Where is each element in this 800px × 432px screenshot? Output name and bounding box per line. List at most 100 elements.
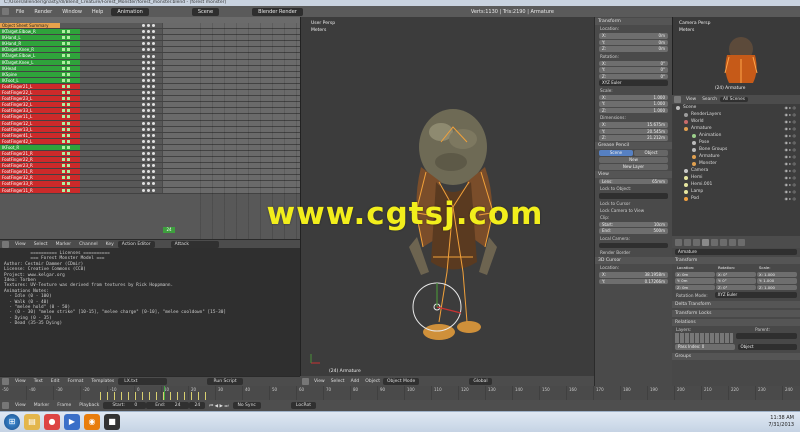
visibility-icon[interactable]: ◉ ▸ ◎ [784,195,800,202]
menu-view[interactable]: View [683,97,699,102]
channel-toggle-icon[interactable] [62,109,65,113]
visibility-icon[interactable]: ◉ ▸ ◎ [784,174,800,181]
visibility-icon[interactable]: ◉ ▸ ◎ [784,160,800,167]
loc-z-field[interactable]: Z: 0m [675,284,715,290]
visibility-icon[interactable]: ◉ ▸ ◎ [784,125,800,132]
scale-x-field[interactable]: X: 1.000 [757,271,797,277]
start-button-icon[interactable]: ⊞ [4,414,20,430]
gp-new-layer-button[interactable]: New Layer [599,163,668,170]
data-tab-icon[interactable] [729,238,736,246]
outliner-item[interactable]: Armature ◉ ▸ ◎ [672,153,800,160]
parent-field[interactable] [736,333,797,339]
channel-toggle-icon[interactable] [62,133,65,137]
channel-toggle-icon[interactable] [62,170,65,174]
channel-lock-icon[interactable] [67,30,70,34]
transform-section[interactable]: Transform [595,18,672,25]
render-border-checkbox[interactable]: Render Border [595,249,672,256]
menu-templates[interactable]: Templates [87,379,118,384]
system-clock[interactable]: 11:38 AM 7/31/2013 [768,415,794,429]
mode-selector[interactable]: Object Mode [382,377,420,385]
channel-lock-icon[interactable] [67,54,70,58]
constraints-tab-icon[interactable] [711,238,718,246]
rotation-z-field[interactable]: Z: 0° [599,73,668,79]
channel-toggle-icon[interactable] [62,72,65,76]
outliner-item[interactable]: Scene ◉ ▸ ◎ [672,104,800,111]
bone-tab-icon[interactable] [738,238,745,246]
object-tab-icon[interactable] [702,238,709,246]
channel-lock-icon[interactable] [67,60,70,64]
delta-transform-section[interactable]: Delta Transform [672,301,800,308]
channel-lock-icon[interactable] [67,139,70,143]
object-name-field[interactable]: Armature [675,249,797,255]
gp-object-button[interactable]: Object [634,149,668,156]
menu-playback[interactable]: Playback [75,403,103,408]
channel-lock-icon[interactable] [67,151,70,155]
outliner-item[interactable]: Animation ◉ ▸ ◎ [672,132,800,139]
explorer-task-icon[interactable]: ▤ [24,414,40,430]
channel-lock-icon[interactable] [67,97,70,101]
visibility-icon[interactable]: ◉ ▸ ◎ [784,139,800,146]
outliner-item[interactable]: Pose ◉ ▸ ◎ [672,139,800,146]
play-controls[interactable]: ⏮ ◀ ▶ ⏭ [205,403,232,409]
rotation-mode-dropdown[interactable]: XYZ Euler [599,80,668,86]
menu-format[interactable]: Format [64,379,88,384]
visibility-icon[interactable]: ◉ ▸ ◎ [784,188,800,195]
channel-toggle-icon[interactable] [62,158,65,162]
cursor-y-field[interactable]: Y: 0.17266m [599,278,668,284]
menu-help[interactable]: Help [87,9,108,15]
channel-lock-icon[interactable] [67,103,70,107]
render-engine-selector[interactable]: Blender Render [252,7,303,16]
keying-set-dropdown[interactable]: LocRot [290,402,317,409]
menu-marker[interactable]: Marker [52,242,76,247]
outliner-item[interactable]: Lamp ◉ ▸ ◎ [672,188,800,195]
channel-toggle-icon[interactable] [62,151,65,155]
modifiers-tab-icon[interactable] [720,238,727,246]
rot-z-field[interactable]: Z: 0° [716,284,756,290]
editor-type-icon[interactable] [2,8,9,15]
channel-lock-icon[interactable] [67,48,70,52]
scale-z-field[interactable]: Z: 1.000 [599,107,668,113]
gp-scene-button[interactable]: Scene [599,149,633,156]
lens-field[interactable]: Lens: 65mm [599,178,668,184]
scale-y-field[interactable]: Y: 1.000 [757,278,797,284]
parent-type-dropdown[interactable]: Object [737,344,797,350]
channel-toggle-icon[interactable] [62,182,65,186]
start-frame-field[interactable]: Start: 0 [103,402,147,409]
current-frame-field[interactable]: 24 [189,402,206,409]
channel-toggle-icon[interactable] [62,91,65,95]
3d-cursor-section[interactable]: 3D Cursor [595,257,672,264]
channel-lock-icon[interactable] [67,72,70,76]
channel-toggle-icon[interactable] [62,103,65,107]
outliner-item[interactable]: RenderLayers ◉ ▸ ◎ [672,111,800,118]
outliner-item[interactable]: World ◉ ▸ ◎ [672,118,800,125]
outliner-item[interactable]: Camera ◉ ▸ ◎ [672,167,800,174]
channel-lock-icon[interactable] [67,145,70,149]
channel-lock-icon[interactable] [67,127,70,131]
menu-render[interactable]: Render [29,9,57,15]
editor-type-icon[interactable] [2,378,9,385]
channel-toggle-icon[interactable] [62,30,65,34]
relations-section[interactable]: Relations [672,319,800,326]
menu-select[interactable]: Select [30,242,52,247]
channel-toggle-icon[interactable] [62,127,65,131]
channel-lock-icon[interactable] [67,170,70,174]
editor-mode-dropdown[interactable]: Action Editor [117,240,155,248]
clip-start-field[interactable]: Start: 10cm [599,221,668,227]
menu-key[interactable]: Key [102,242,118,247]
menu-view[interactable]: View [11,403,30,408]
orientation-selector[interactable]: Global [469,377,492,385]
menu-select[interactable]: Select [328,379,348,384]
lock-object-field[interactable] [599,193,668,199]
editor-type-icon[interactable] [302,377,309,385]
outliner-item[interactable]: Monster ◉ ▸ ◎ [672,160,800,167]
channel-lock-icon[interactable] [67,36,70,40]
channel-lock-icon[interactable] [67,84,70,88]
view-section[interactable]: View [595,170,672,178]
layer-buttons[interactable] [675,333,733,343]
channel-toggle-icon[interactable] [62,121,65,125]
visibility-icon[interactable]: ◉ ▸ ◎ [784,146,800,153]
action-selector[interactable]: Attack [170,240,220,248]
playhead[interactable] [164,386,165,400]
rot-x-field[interactable]: X: 0° [716,271,756,277]
rotation-x-field[interactable]: X: 0° [599,60,668,66]
